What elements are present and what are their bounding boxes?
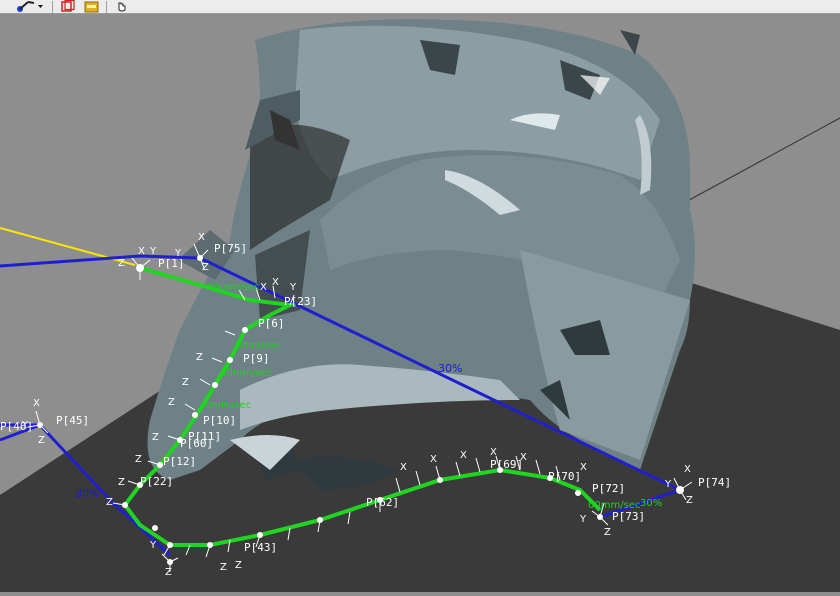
label-p75: P[75] bbox=[214, 242, 247, 255]
label-p46: P[46] bbox=[0, 420, 33, 433]
svg-text:Y: Y bbox=[289, 282, 297, 293]
label-p22: P[22] bbox=[140, 475, 173, 488]
svg-text:Z: Z bbox=[220, 562, 227, 573]
svg-text:X: X bbox=[272, 277, 279, 288]
percent-label-lower: 30% bbox=[75, 487, 99, 500]
label-p70: P[70] bbox=[548, 470, 581, 483]
svg-text:Z: Z bbox=[165, 567, 172, 578]
hand-pointer-icon[interactable] bbox=[114, 0, 130, 13]
svg-text:Y: Y bbox=[149, 246, 157, 257]
svg-text:Y: Y bbox=[664, 479, 672, 490]
3d-viewport[interactable]: XY Z YX Z XY Z YZ XY Z ZZ ZZ ZZ Z YZ XX … bbox=[0, 14, 840, 592]
svg-text:Y: Y bbox=[149, 540, 157, 551]
svg-text:X: X bbox=[684, 464, 691, 475]
svg-text:Z: Z bbox=[235, 560, 242, 571]
label-p12: P[12] bbox=[163, 455, 196, 468]
frame-view-icon[interactable] bbox=[60, 0, 76, 13]
svg-text:X: X bbox=[260, 282, 267, 293]
svg-text:X: X bbox=[430, 454, 437, 465]
label-p74: P[74] bbox=[698, 476, 731, 489]
svg-text:Z: Z bbox=[686, 495, 693, 506]
toolbar bbox=[0, 0, 840, 14]
svg-text:Z: Z bbox=[168, 397, 175, 408]
label-p1: P[1] bbox=[158, 257, 185, 270]
svg-text:Z: Z bbox=[118, 258, 125, 269]
percent-label-right: 30% bbox=[640, 498, 662, 509]
label-p60: P[60] bbox=[180, 437, 213, 450]
label-p72: P[72] bbox=[592, 482, 625, 495]
svg-text:X: X bbox=[460, 450, 467, 461]
speed-label-5: 00mm/sec bbox=[588, 500, 640, 511]
svg-text:Z: Z bbox=[106, 497, 113, 508]
robot-pose-icon[interactable] bbox=[14, 0, 44, 13]
label-p10: P[10] bbox=[203, 414, 236, 427]
svg-text:X: X bbox=[198, 232, 205, 243]
label-p45: P[45] bbox=[56, 414, 89, 427]
svg-text:X: X bbox=[490, 447, 497, 458]
svg-text:Z: Z bbox=[604, 527, 611, 538]
svg-text:Z: Z bbox=[38, 435, 45, 446]
label-p73: P[73] bbox=[612, 510, 645, 523]
svg-text:Z: Z bbox=[182, 377, 189, 388]
label-p69: P[69] bbox=[490, 458, 523, 471]
speed-label-1: 00mm/sec bbox=[207, 282, 259, 293]
svg-text:X: X bbox=[138, 246, 145, 257]
svg-text:Z: Z bbox=[135, 454, 142, 465]
svg-text:Z: Z bbox=[196, 352, 203, 363]
svg-text:Z: Z bbox=[118, 477, 125, 488]
svg-text:X: X bbox=[33, 398, 40, 409]
speed-label-2: 0mm/sec bbox=[235, 340, 281, 351]
percent-label-upper: 30% bbox=[438, 362, 462, 375]
label-p23: P[23] bbox=[284, 295, 317, 308]
label-p43: P[43] bbox=[244, 541, 277, 554]
speed-label-3: 00mm/sec bbox=[220, 368, 272, 379]
label-p6: P[6] bbox=[258, 317, 285, 330]
svg-text:Y: Y bbox=[579, 514, 587, 525]
label-p9: P[9] bbox=[243, 352, 270, 365]
folder-icon[interactable] bbox=[84, 0, 100, 13]
label-p62: P[62] bbox=[366, 496, 399, 509]
svg-text:X: X bbox=[400, 462, 407, 473]
speed-label-4: 0mm/sec bbox=[205, 400, 251, 411]
svg-text:Z: Z bbox=[202, 262, 209, 273]
svg-text:Z: Z bbox=[152, 432, 159, 443]
